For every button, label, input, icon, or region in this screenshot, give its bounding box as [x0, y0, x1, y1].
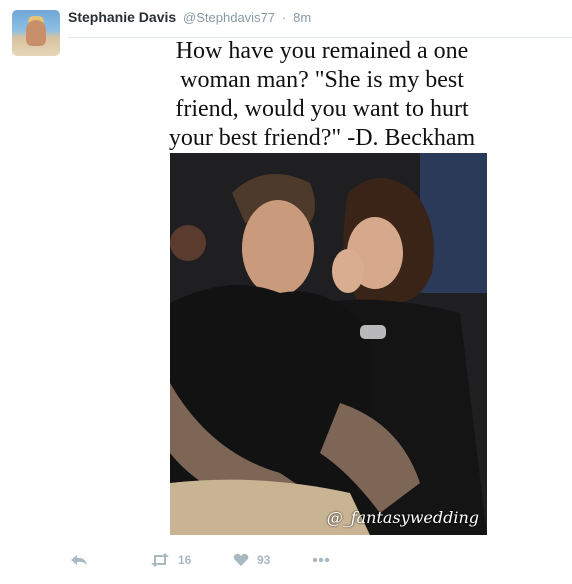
more-button[interactable] — [311, 553, 331, 567]
retweet-icon — [151, 553, 169, 567]
author-handle[interactable]: @Stephdavis77 — [183, 10, 275, 25]
tweet-photo[interactable]: @_fantasywedding — [170, 153, 487, 535]
separator-dot: · — [281, 10, 287, 25]
tweet-timestamp[interactable]: 8m — [293, 10, 311, 25]
like-count: 93 — [257, 553, 271, 567]
more-icon — [312, 557, 330, 563]
couple-photo-illustration — [170, 153, 487, 535]
retweet-button[interactable]: 16 — [150, 553, 191, 567]
avatar-figure — [26, 20, 46, 46]
like-button[interactable]: 93 — [233, 553, 270, 567]
reply-icon — [71, 555, 87, 565]
retweet-count: 16 — [178, 553, 192, 567]
quote-line: woman man? "She is my best — [180, 67, 464, 93]
quote-text: How have you remained a one woman man? "… — [136, 37, 508, 153]
avatar[interactable] — [12, 10, 60, 56]
author-name[interactable]: Stephanie Davis — [68, 9, 176, 25]
photo-watermark: @_fantasywedding — [326, 508, 479, 527]
quote-line: friend, would you want to hurt — [175, 96, 469, 122]
heart-icon — [233, 553, 249, 566]
reply-button[interactable] — [70, 553, 88, 567]
tweet-header: Stephanie Davis @Stephdavis77 · 8m — [68, 9, 314, 25]
quote-line: your best friend?" -D. Beckham — [168, 125, 476, 151]
quote-line: How have you remained a one — [175, 38, 469, 64]
